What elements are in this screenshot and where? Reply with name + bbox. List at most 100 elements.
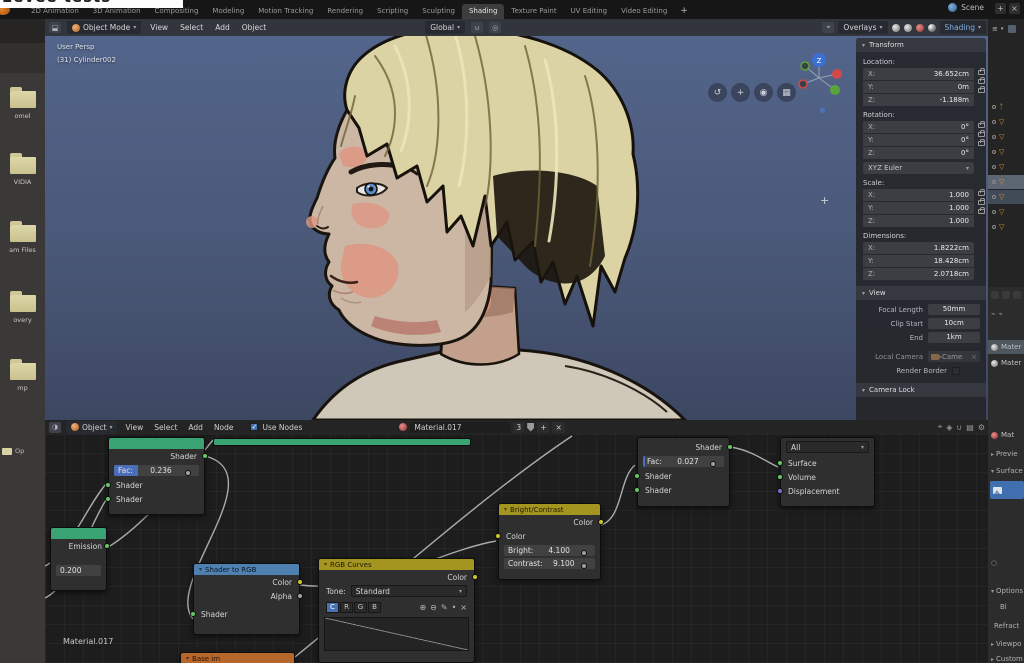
material-tools[interactable]: ⌁⌁ [988,310,1024,318]
tab-rendering[interactable]: Rendering [320,4,370,19]
lock-icon[interactable] [978,88,985,93]
gizmo-toggle-icon[interactable]: ⌖ [822,22,834,33]
lock-icon[interactable] [978,70,985,75]
channel-r-button[interactable]: R [340,602,353,613]
contrast-field[interactable]: Contrast:9.100 [504,558,595,569]
tone-dropdown[interactable]: Standard [351,585,467,597]
file-open-control[interactable]: Op [2,447,24,455]
outliner-row-mesh[interactable]: ▽ [988,160,1024,174]
node-base-image[interactable]: Base im [180,652,295,663]
menu-node[interactable]: Node [211,421,237,434]
surface-section[interactable]: Surface [988,467,1024,475]
socket-bright-input[interactable] [581,550,587,556]
socket-shader-output[interactable] [202,453,208,459]
tab-sculpting[interactable]: Sculpting [415,4,462,19]
outliner-row-mesh[interactable]: ▽ [988,220,1024,234]
preview-section[interactable]: Previe [988,450,1024,458]
scene-selector[interactable]: Scene [948,3,984,12]
socket-shader-input[interactable] [105,482,111,488]
socket-alpha-output[interactable] [297,593,303,599]
channel-b-button[interactable]: B [368,602,381,613]
socket-emission-output[interactable] [104,543,110,549]
view-panel-header[interactable]: View [856,286,986,300]
orbit-gizmo-icon[interactable]: ↺ [708,83,727,102]
tab-motion-tracking[interactable]: Motion Tracking [251,4,320,19]
unlink-material-button[interactable]: × [552,422,564,433]
material-selector[interactable]: Mat [988,428,1024,442]
socket-shader-input[interactable] [634,487,640,493]
socket-fac-input[interactable] [185,470,191,476]
menu-add[interactable]: Add [185,421,206,434]
dimensions-z-field[interactable]: Z:2.0718cm [863,268,974,280]
camera-view-icon[interactable]: ◉ [754,83,773,102]
surface-node-button[interactable] [990,481,1024,499]
rotation-x-field[interactable]: X:0° [863,121,974,133]
socket-fac-input[interactable] [710,461,716,467]
socket-displacement-input[interactable] [777,488,783,494]
outliner-row-mesh[interactable]: ▽ [988,145,1024,159]
mode-dropdown[interactable]: Object Mode [67,21,141,34]
tab-texture-paint[interactable]: Texture Paint [504,4,563,19]
properties-tab-icon[interactable] [1002,291,1010,299]
lock-icon[interactable] [978,123,985,128]
focal-length-field[interactable]: Focal Length 50mm [862,303,980,316]
shader-to-rgb-node-header[interactable]: Shader to RGB [194,564,299,575]
use-nodes-checkbox[interactable] [250,423,258,431]
camera-lock-panel-header[interactable]: Camera Lock [856,383,986,397]
node-emission[interactable]: Emission 0.200 [50,527,107,591]
location-y-field[interactable]: Y:0m [863,81,974,93]
point-handle-icon[interactable]: • [452,603,457,612]
fake-user-shield-icon[interactable] [527,423,534,432]
location-z-field[interactable]: Z:-1.188m [863,94,974,106]
curve-widget[interactable] [324,617,469,651]
properties-tab-icon[interactable] [991,291,999,299]
tool-icon[interactable]: ⚙ [978,423,985,432]
node-rgb-curves[interactable]: RGB Curves Color Tone: Standard C R G B … [318,558,475,663]
new-scene-button[interactable]: + [995,3,1006,14]
custom-properties-section[interactable]: Custom [988,655,1024,663]
output-target-dropdown[interactable]: All [786,441,869,453]
value-knob[interactable]: ○ [988,559,1024,567]
menu-object[interactable]: Object [239,21,269,34]
options-section[interactable]: Options [988,587,1024,595]
render-border-checkbox[interactable] [952,367,960,375]
outliner-row-active[interactable]: ▽ [988,190,1024,204]
socket-contrast-input[interactable] [581,563,587,569]
folder-item[interactable]: am Files [0,225,45,254]
dimensions-x-field[interactable]: X:1.8222cm [863,242,974,254]
base-image-node-header[interactable]: Base im [181,653,294,663]
node-mix-shader-2[interactable]: Shader Fac:0.027 Shader Shader [637,437,730,507]
scale-z-field[interactable]: Z:1.000 [863,215,974,227]
mix-shader-node-header[interactable] [109,438,204,449]
material-slot[interactable]: Mater [988,356,1024,370]
material-users-button[interactable]: 3 [513,422,524,433]
zoom-dot-icon[interactable] [820,108,825,113]
node-material-output[interactable]: All Surface Volume Displacement [780,437,875,507]
clip-start-field[interactable]: Clip Start 10cm [862,317,980,330]
new-material-button[interactable]: + [537,422,549,433]
rgb-curves-node-header[interactable]: RGB Curves [319,559,474,570]
outliner-row-mesh[interactable]: ▽ [988,115,1024,129]
add-workspace-button[interactable]: + [674,4,694,19]
lock-icon[interactable] [978,209,985,214]
properties-tab-icon[interactable] [1013,291,1021,299]
lock-icon[interactable] [978,200,985,205]
tab-shading[interactable]: Shading [462,4,504,19]
lock-icon[interactable] [978,191,985,196]
scale-x-field[interactable]: X:1.000 [863,189,974,201]
location-x-field[interactable]: X:36.652cm [863,68,974,80]
tab-uv-editing[interactable]: UV Editing [564,4,615,19]
socket-shader-input[interactable] [634,473,640,479]
scale-y-field[interactable]: Y:1.000 [863,202,974,214]
socket-color-output[interactable] [297,579,303,585]
shader-node-editor[interactable]: Shader Fac:0.236 Shader Shader Shader Fa… [45,434,988,663]
clip-end-field[interactable]: End 1km [862,331,980,344]
clear-camera-button[interactable]: × [971,353,977,361]
socket-shader-output[interactable] [727,444,733,450]
move-view-icon[interactable]: + [731,83,750,102]
fac-slider[interactable]: Fac:0.236 [114,465,199,476]
folder-item[interactable]: VIDIA [0,157,45,186]
shading-wireframe-icon[interactable] [892,24,900,32]
material-name-field[interactable]: Material.017 [410,422,510,433]
shading-dropdown[interactable]: Shading [940,21,986,34]
